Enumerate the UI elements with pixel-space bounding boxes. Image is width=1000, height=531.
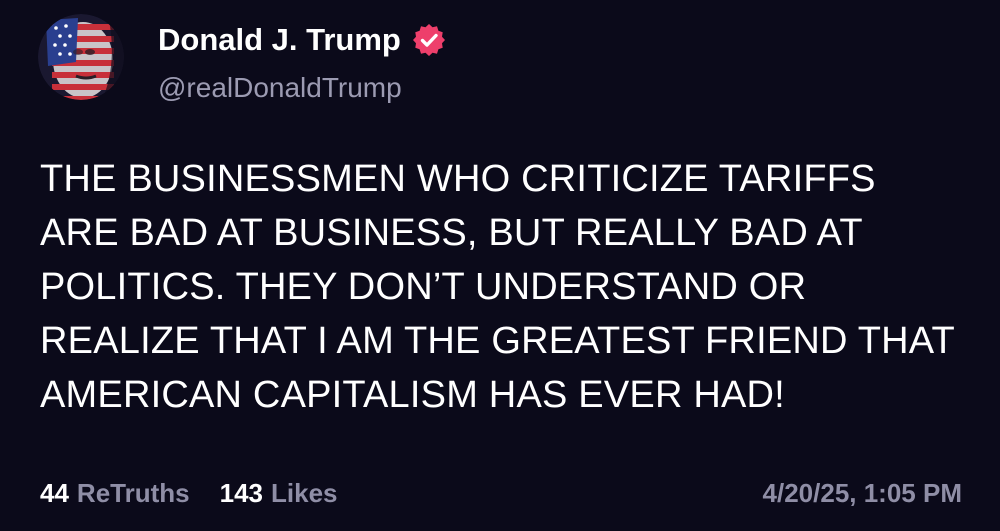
likes-label: Likes: [271, 478, 338, 508]
avatar-flag-face-icon: [38, 14, 124, 100]
post-text: THE BUSINESSMEN WHO CRITICIZE TARIFFS AR…: [40, 158, 955, 416]
author-handle[interactable]: @realDonaldTrump: [158, 72, 402, 104]
likes-stat[interactable]: 143 Likes: [220, 478, 338, 509]
post-timestamp: 4/20/25, 1:05 PM: [762, 478, 962, 508]
avatar[interactable]: [38, 14, 124, 100]
author-name-row: Donald J. Trump: [158, 22, 447, 58]
retruths-count: 44: [40, 478, 69, 508]
post-stats: 44 ReTruths 143 Likes: [40, 478, 338, 509]
post-card: Donald J. Trump @realDonaldTrump THE BUS…: [0, 0, 1000, 531]
display-name[interactable]: Donald J. Trump: [158, 22, 401, 58]
retruths-label: ReTruths: [76, 478, 190, 508]
verified-badge-icon: [412, 24, 445, 56]
retruths-stat[interactable]: 44 ReTruths: [40, 478, 190, 509]
likes-count: 143: [219, 478, 263, 508]
